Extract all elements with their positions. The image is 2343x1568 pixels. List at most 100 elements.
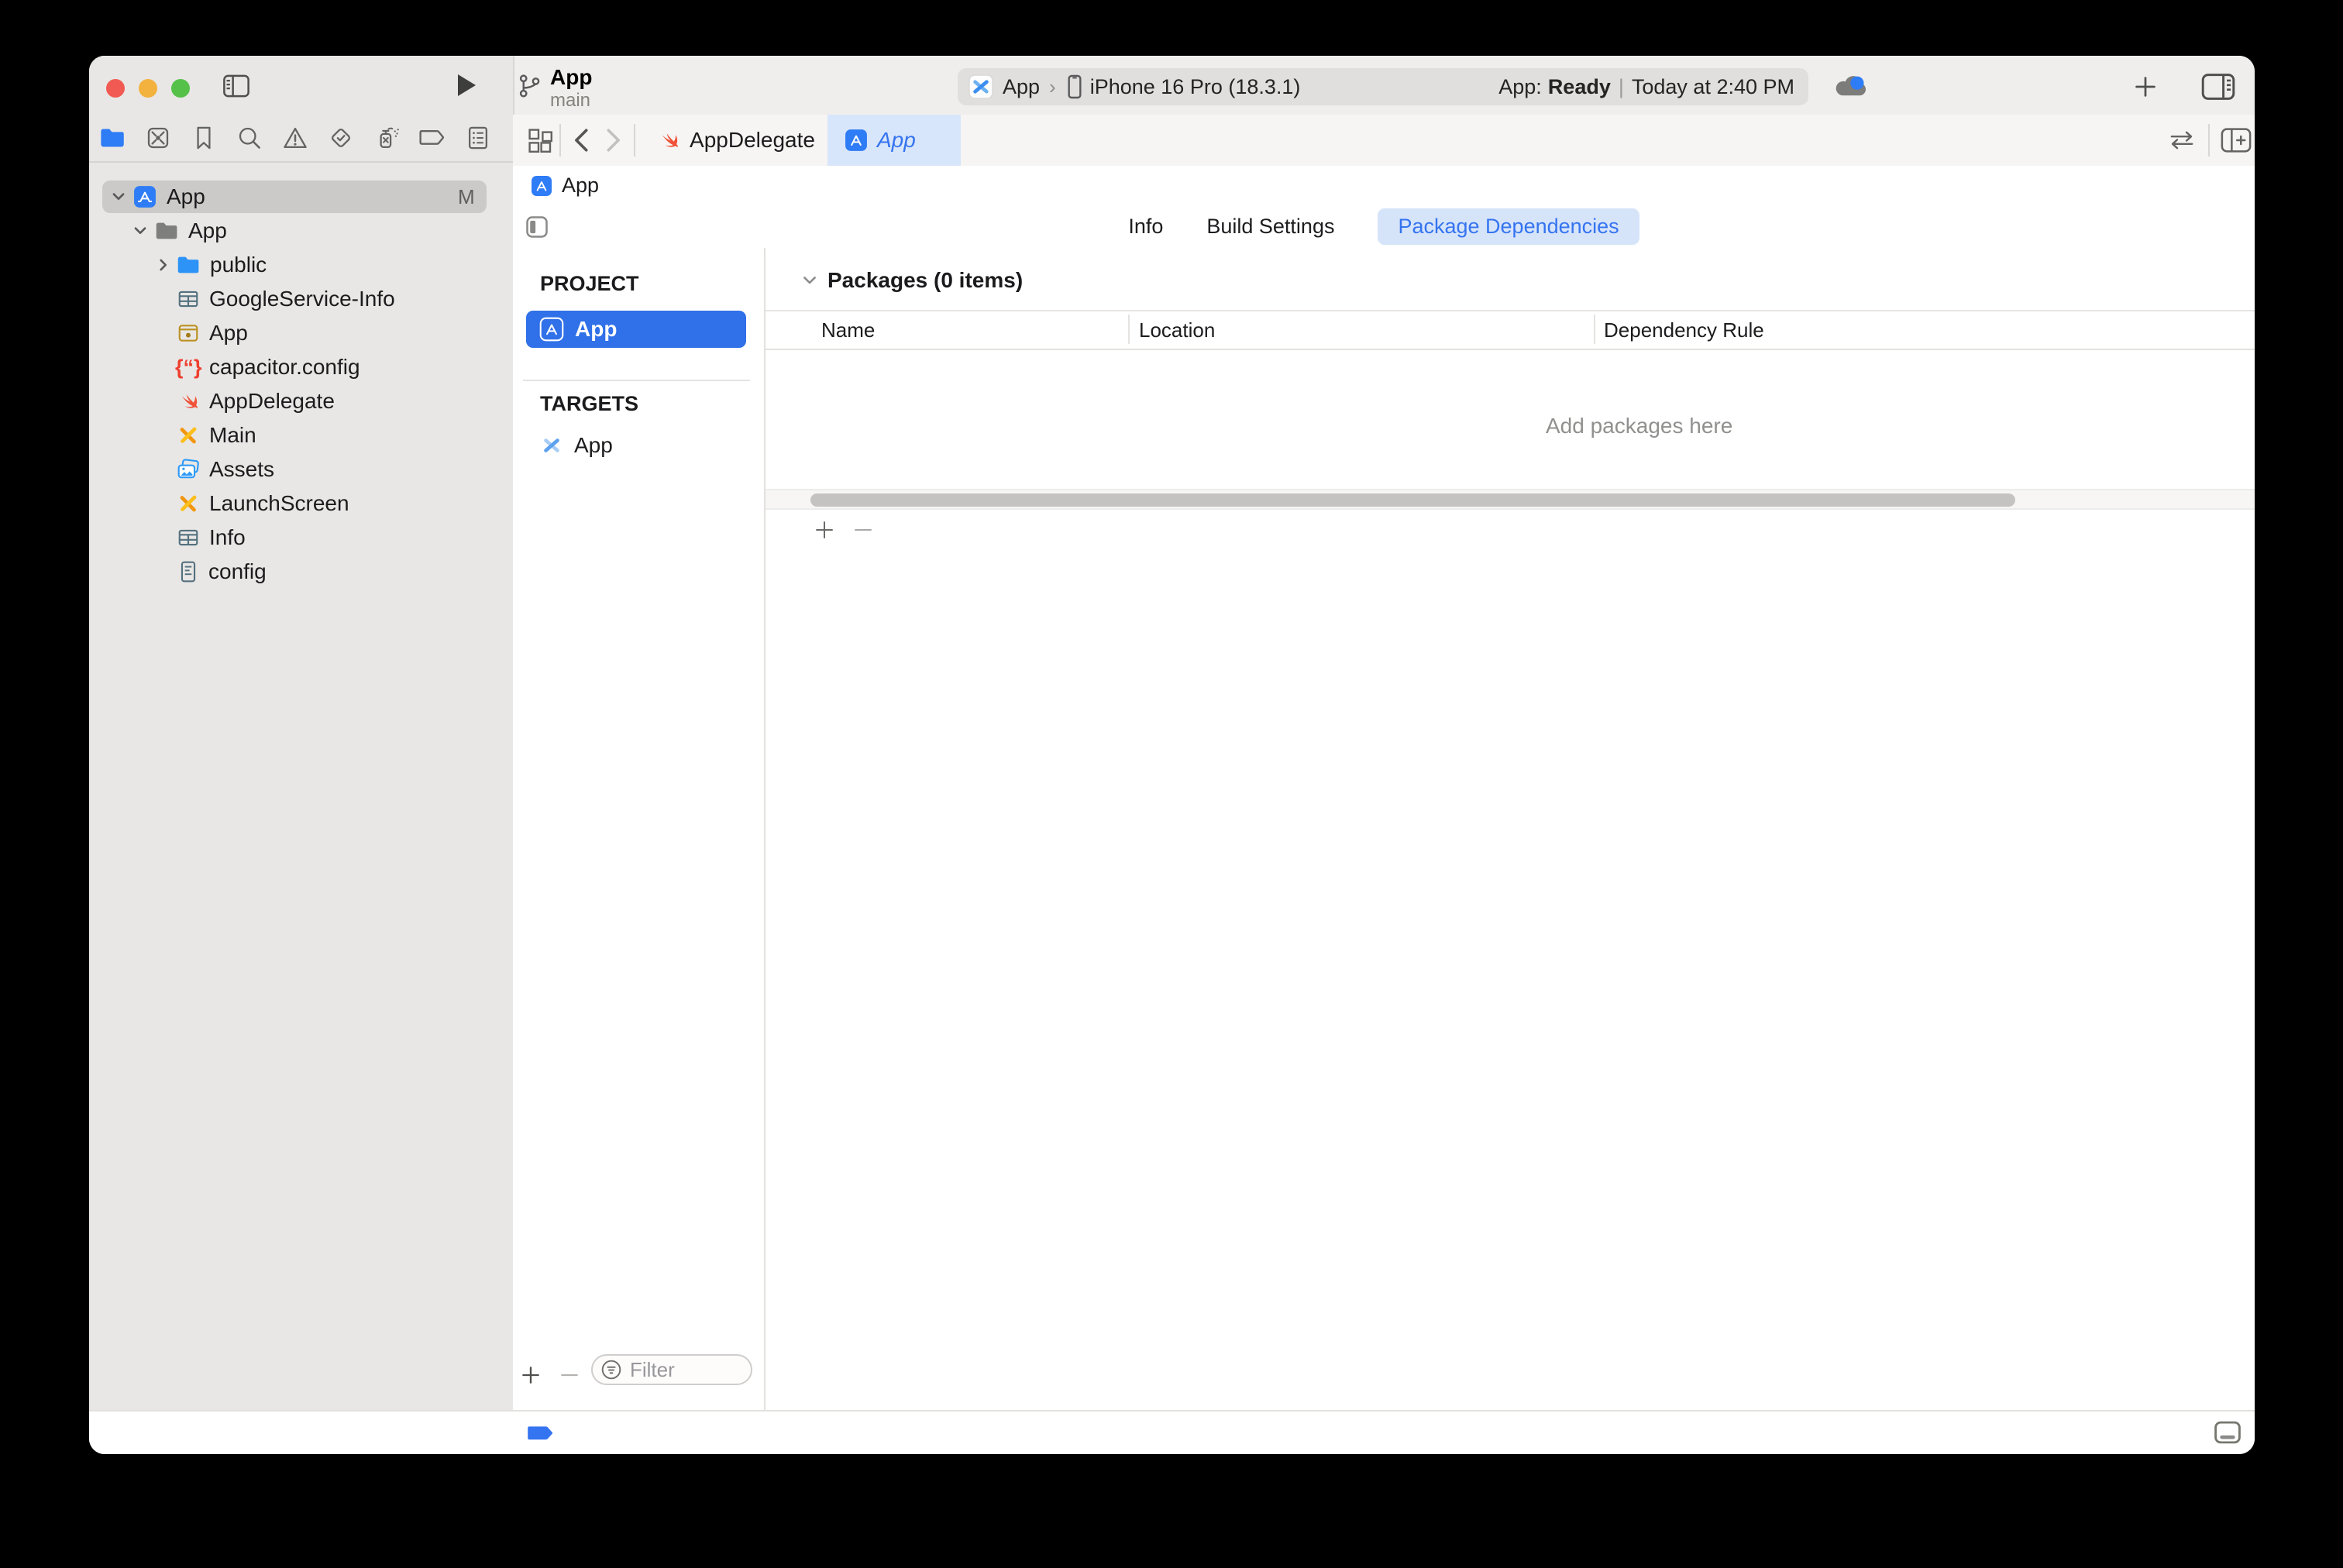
tab-label[interactable]: App: [877, 128, 916, 153]
chevron-right-icon[interactable]: [155, 256, 172, 273]
chevron-down-icon[interactable]: [110, 188, 127, 205]
tree-item-label[interactable]: Main: [209, 423, 256, 448]
document-icon: [179, 560, 198, 583]
cloud-status-icon[interactable]: [1834, 73, 1870, 99]
filter-circle-icon[interactable]: [600, 1359, 622, 1381]
related-items-icon[interactable]: [527, 127, 555, 155]
tab-app-active[interactable]: App: [827, 115, 961, 166]
table-header-bottom-border: [766, 349, 2255, 350]
target-row-label[interactable]: App: [574, 433, 613, 458]
package-dependencies-editor: Packages (0 items) Name Location Depende…: [766, 248, 2255, 1410]
scheme-chevron: ›: [1049, 74, 1056, 98]
swift-icon: [657, 129, 680, 152]
status-app-label: App:: [1498, 74, 1542, 98]
tree-item-label[interactable]: public: [210, 253, 267, 277]
column-separator[interactable]: [1128, 315, 1130, 344]
tree-item-label[interactable]: AppDelegate: [209, 389, 335, 414]
debug-bar: [89, 1410, 2255, 1454]
tab-build-settings[interactable]: Build Settings: [1206, 215, 1334, 239]
branch-icon: [517, 73, 542, 99]
remove-package-button[interactable]: [852, 519, 874, 541]
split-editor-icon[interactable]: [2221, 126, 2252, 154]
tree-row-file[interactable]: Info: [89, 521, 513, 555]
tree-row-file[interactable]: public: [89, 248, 513, 282]
toggle-inspector-icon[interactable]: [2201, 73, 2235, 101]
tree-item-label[interactable]: App: [167, 184, 205, 209]
add-button[interactable]: [2133, 74, 2158, 99]
source-control-navigator-icon[interactable]: [135, 126, 181, 150]
reports-navigator-icon[interactable]: [455, 126, 501, 150]
scheme-selector[interactable]: App › iPhone 16 Pro (18.3.1) App: Ready …: [958, 68, 1808, 105]
folder-blue-icon: [177, 255, 200, 275]
xcode-window: App main App › iPhone 16 Pro (18.3.1) Ap…: [89, 56, 2255, 1454]
project-row-selected[interactable]: App: [526, 311, 746, 348]
assets-icon: [177, 459, 200, 480]
debug-navigator-icon[interactable]: [363, 125, 409, 151]
tree-item-label[interactable]: LaunchScreen: [209, 491, 349, 516]
minimize-button[interactable]: [139, 79, 157, 98]
breakpoints-navigator-icon[interactable]: [409, 128, 455, 148]
add-package-button[interactable]: [814, 519, 835, 541]
tab-package-dependencies[interactable]: Package Dependencies: [1378, 208, 1639, 245]
tree-row-file[interactable]: {“} capacitor.config: [89, 350, 513, 384]
find-navigator-icon[interactable]: [226, 126, 272, 150]
jump-bar-item[interactable]: App: [562, 174, 599, 198]
breakpoints-toggle-icon[interactable]: [527, 1425, 555, 1442]
tests-navigator-icon[interactable]: [318, 126, 363, 150]
run-destination[interactable]: iPhone 16 Pro (18.3.1): [1090, 75, 1301, 99]
chevron-down-icon[interactable]: [132, 222, 149, 239]
section-divider: [523, 380, 750, 381]
tree-item-label[interactable]: config: [208, 559, 267, 584]
swap-editor-icon[interactable]: [2168, 129, 2196, 152]
column-separator[interactable]: [1594, 315, 1595, 344]
tab-label[interactable]: AppDelegate: [690, 128, 815, 153]
horizontal-scrollbar-track[interactable]: [766, 489, 2255, 510]
tree-item-label[interactable]: capacitor.config: [209, 355, 360, 380]
table-header-top-border: [766, 310, 2255, 311]
project-row-label[interactable]: App: [575, 317, 617, 342]
target-icon: [541, 435, 563, 456]
toggle-debug-area-icon[interactable]: [2214, 1420, 2242, 1445]
tree-item-label[interactable]: Assets: [209, 457, 274, 482]
tree-row-file[interactable]: App: [89, 316, 513, 350]
column-header-dependency-rule[interactable]: Dependency Rule: [1604, 318, 1764, 342]
column-header-name[interactable]: Name: [821, 318, 875, 342]
go-back-icon[interactable]: [570, 127, 593, 153]
projects-header: PROJECT: [540, 272, 639, 295]
go-forward-icon[interactable]: [601, 127, 624, 153]
tree-item-label[interactable]: App: [209, 321, 248, 346]
run-button[interactable]: [455, 73, 478, 98]
tree-row-file[interactable]: Main: [89, 418, 513, 452]
status-time: Today at 2:40 PM: [1631, 74, 1794, 98]
target-row[interactable]: App: [526, 428, 746, 463]
zoom-button[interactable]: [171, 79, 190, 98]
column-header-location[interactable]: Location: [1139, 318, 1215, 342]
tree-row-file[interactable]: AppDelegate: [89, 384, 513, 418]
add-target-button[interactable]: [519, 1363, 542, 1387]
tab-appdelegate[interactable]: AppDelegate: [645, 115, 827, 166]
tree-item-label[interactable]: App: [188, 218, 227, 243]
panel-filter-field[interactable]: [591, 1354, 752, 1385]
tree-row-file[interactable]: config: [89, 555, 513, 589]
horizontal-scrollbar-thumb[interactable]: [810, 493, 2015, 507]
tree-row-project[interactable]: App M: [89, 180, 513, 214]
toolbar-branch-name: main: [550, 90, 591, 111]
tab-info[interactable]: Info: [1128, 215, 1163, 239]
scheme-name[interactable]: App: [1003, 75, 1040, 99]
toolbar-project-title: App: [550, 65, 593, 89]
tree-row-file[interactable]: LaunchScreen: [89, 487, 513, 521]
plist-icon: [177, 287, 200, 311]
issues-navigator-icon[interactable]: [272, 126, 318, 150]
tree-row-file[interactable]: GoogleService-Info: [89, 282, 513, 316]
project-navigator-icon[interactable]: [89, 127, 135, 149]
panel-filter-input[interactable]: [628, 1357, 727, 1383]
toggle-navigator-icon[interactable]: [222, 74, 250, 98]
tree-item-label[interactable]: GoogleService-Info: [209, 287, 395, 311]
tree-item-label[interactable]: Info: [209, 525, 246, 550]
disclosure-chevron-down-icon[interactable]: [800, 271, 819, 290]
tree-row-file[interactable]: Assets: [89, 452, 513, 487]
close-button[interactable]: [106, 79, 125, 98]
bookmarks-navigator-icon[interactable]: [181, 126, 226, 150]
remove-target-button[interactable]: [558, 1363, 581, 1387]
tree-row-folder[interactable]: App: [89, 214, 513, 248]
